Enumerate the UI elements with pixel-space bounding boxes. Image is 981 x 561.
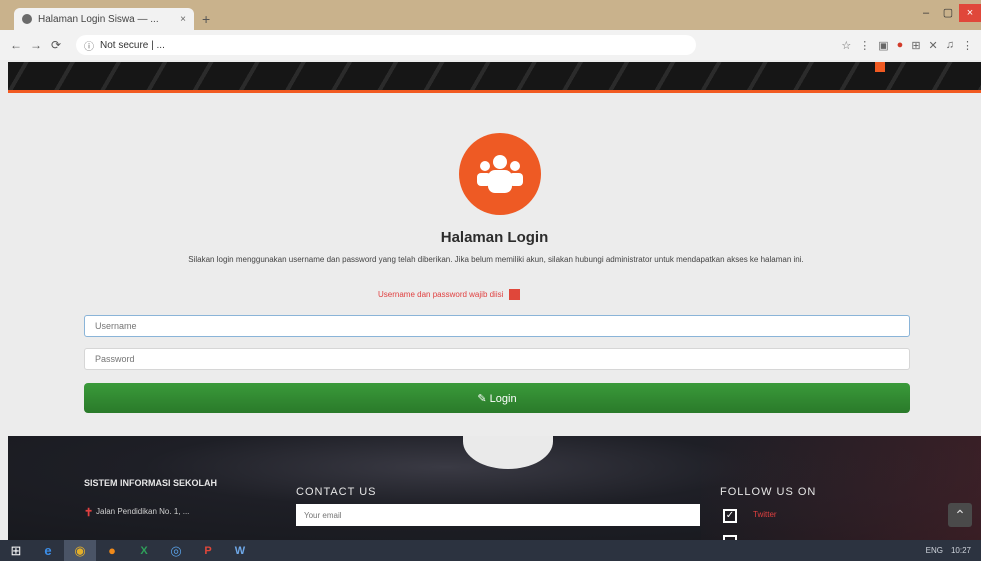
location-icon: ✝ xyxy=(84,507,94,519)
login-button[interactable]: ✎ Login xyxy=(84,383,910,413)
address-bar[interactable]: ⓘ Not secure | ... xyxy=(76,35,696,55)
footer-address: Jalan Pendidikan No. 1, ... xyxy=(96,507,190,516)
extension-menu-icon[interactable]: ⋮ xyxy=(859,39,870,52)
clock[interactable]: 10:27 xyxy=(951,546,971,555)
tab-close-icon[interactable]: × xyxy=(180,14,186,25)
browser-tab[interactable]: Halaman Login Siswa — ... × xyxy=(14,8,194,30)
firefox-icon[interactable]: ● xyxy=(96,540,128,561)
favicon-icon xyxy=(22,14,32,24)
login-section: Halaman Login Silakan login menggunakan … xyxy=(8,93,981,436)
address-text: Not secure | ... xyxy=(100,39,165,51)
extension-grid-icon[interactable]: ⊞ xyxy=(911,39,920,52)
login-description: Silakan login menggunakan username dan p… xyxy=(188,255,804,264)
contact-title: CONTACT US xyxy=(296,486,377,498)
powerpoint-icon[interactable]: P xyxy=(192,540,224,561)
scroll-to-top-button[interactable]: ⌃ xyxy=(948,503,972,527)
start-menu-icon[interactable]: ⊞ xyxy=(0,540,32,561)
footer-school-name: SISTEM INFORMASI SEKOLAH xyxy=(84,478,218,488)
windows-taskbar: ⊞ e ◉ ● X ◎ P W ENG 10:27 xyxy=(0,540,981,561)
header-accent xyxy=(875,62,885,72)
extension-square-icon[interactable]: ▣ xyxy=(878,39,888,52)
password-input[interactable] xyxy=(84,348,910,370)
site-info-icon[interactable]: ⓘ xyxy=(84,38,94,53)
page-title: Halaman Login xyxy=(440,229,549,246)
reload-icon[interactable]: ⟳ xyxy=(48,38,64,52)
notice-text: Username dan password wajib diisi xyxy=(378,290,504,299)
internet-explorer-icon[interactable]: e xyxy=(32,540,64,561)
edge-icon[interactable]: ◎ xyxy=(160,540,192,561)
close-window-button[interactable]: × xyxy=(959,4,981,22)
window-controls: – ▢ × xyxy=(915,4,981,22)
follow-title: FOLLOW US ON xyxy=(720,486,817,498)
maximize-button[interactable]: ▢ xyxy=(937,4,959,22)
new-tab-icon[interactable]: + xyxy=(202,12,216,26)
forward-arrow-icon[interactable]: → xyxy=(28,38,44,52)
chrome-icon[interactable]: ◉ xyxy=(64,540,96,561)
word-icon[interactable]: W xyxy=(224,540,256,561)
excel-icon[interactable]: X xyxy=(128,540,160,561)
site-footer: SISTEM INFORMASI SEKOLAH ✝ Jalan Pendidi… xyxy=(8,436,981,540)
opera-icon[interactable]: ● xyxy=(897,39,904,52)
extension-x-icon[interactable]: ✕ xyxy=(929,39,938,52)
contact-email-input[interactable] xyxy=(296,504,700,526)
extension-music-icon[interactable]: ♫ xyxy=(946,39,954,52)
browser-menu-icon[interactable]: ⋮ xyxy=(962,39,973,52)
notice-close-icon[interactable] xyxy=(509,289,521,300)
back-arrow-icon[interactable]: ← xyxy=(8,38,24,52)
users-group-icon xyxy=(459,133,541,215)
extension-icons: ☆ ⋮ ▣ ● ⊞ ✕ ♫ ⋮ xyxy=(841,39,973,52)
twitter-link[interactable]: Twitter xyxy=(753,510,777,519)
twitter-checkbox-icon[interactable]: ✓ xyxy=(723,509,737,523)
tab-title: Halaman Login Siswa — ... xyxy=(38,13,159,25)
username-input[interactable] xyxy=(84,315,910,337)
site-header-band xyxy=(8,62,981,90)
bookmark-star-icon[interactable]: ☆ xyxy=(841,39,851,52)
login-notice: Username dan password wajib diisi xyxy=(378,288,521,301)
apple-logo-icon xyxy=(463,436,553,469)
language-indicator[interactable]: ENG xyxy=(926,546,943,555)
browser-toolbar: ← → ⟳ ⓘ Not secure | ... ☆ ⋮ ▣ ● ⊞ ✕ ♫ ⋮ xyxy=(0,30,981,60)
minimize-button[interactable]: – xyxy=(915,4,937,22)
system-tray: ENG 10:27 xyxy=(926,546,981,555)
browser-tabstrip: Halaman Login Siswa — ... × + – ▢ × xyxy=(0,0,981,30)
